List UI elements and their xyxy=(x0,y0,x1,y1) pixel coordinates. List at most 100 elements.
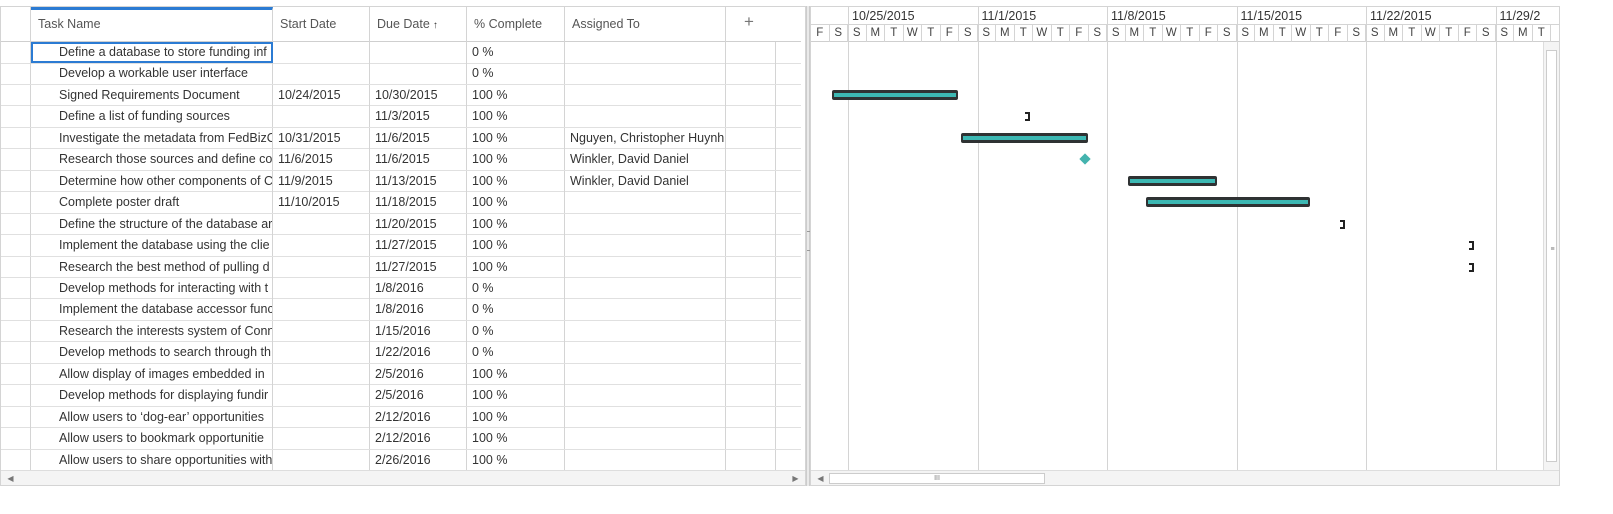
column-header-due-date[interactable]: Due Date ↑ xyxy=(370,7,467,42)
task-name-cell[interactable]: Develop methods to search through th xyxy=(31,342,273,364)
table-row[interactable]: Research those sources and define cor 11/… xyxy=(1,149,801,171)
due-date-cell[interactable]: 11/3/2015 xyxy=(370,106,467,128)
due-date-cell[interactable]: 2/12/2016 xyxy=(370,406,467,428)
due-date-cell[interactable]: 2/5/2016 xyxy=(370,363,467,385)
task-name-cell[interactable]: Investigate the metadata from FedBizO xyxy=(31,127,273,149)
percent-complete-cell[interactable]: 100 % xyxy=(467,84,565,106)
empty-cell[interactable] xyxy=(726,106,776,128)
table-row[interactable]: Define the structure of the database ar 1… xyxy=(1,213,801,236)
due-date-cell[interactable]: 11/6/2015 xyxy=(370,127,467,149)
table-row[interactable]: Implement the database using the clie 11/… xyxy=(1,235,801,257)
task-name-cell[interactable]: Research the interests system of Conn xyxy=(31,320,273,342)
add-column-icon[interactable]: + xyxy=(734,7,764,42)
table-row[interactable]: Allow users to ‘dog-ear’ opportunities 2/… xyxy=(1,406,801,429)
due-date-cell[interactable] xyxy=(370,63,467,85)
assigned-to-cell[interactable]: Winkler, David Daniel xyxy=(565,149,726,171)
task-name-cell[interactable]: Research the best method of pulling d xyxy=(31,256,273,278)
row-number-cell[interactable] xyxy=(1,106,31,128)
due-date-cell[interactable]: 2/12/2016 xyxy=(370,428,467,450)
empty-cell[interactable] xyxy=(726,149,776,171)
task-name-cell[interactable]: Define a list of funding sources xyxy=(31,106,273,128)
due-date-cell[interactable]: 2/26/2016 xyxy=(370,449,467,471)
table-row[interactable]: Define a list of funding sources 11/3/201… xyxy=(1,106,801,128)
row-number-cell[interactable] xyxy=(1,277,31,299)
start-date-cell[interactable] xyxy=(273,449,370,471)
assigned-to-cell[interactable] xyxy=(565,256,726,278)
task-bar[interactable] xyxy=(1127,175,1217,186)
empty-cell[interactable] xyxy=(726,170,776,192)
row-number-cell[interactable] xyxy=(1,170,31,192)
empty-cell[interactable] xyxy=(726,449,776,471)
assigned-to-cell[interactable] xyxy=(565,42,726,63)
percent-complete-cell[interactable]: 100 % xyxy=(467,170,565,192)
empty-cell[interactable] xyxy=(726,385,776,407)
column-header-percent-complete[interactable]: % Complete xyxy=(467,7,565,42)
start-date-cell[interactable]: 11/10/2015 xyxy=(273,192,370,214)
start-date-cell[interactable] xyxy=(273,277,370,299)
due-date-marker[interactable] xyxy=(1469,262,1474,272)
row-number-cell[interactable] xyxy=(1,84,31,106)
due-date-cell[interactable]: 1/8/2016 xyxy=(370,299,467,321)
row-number-cell[interactable] xyxy=(1,320,31,342)
start-date-cell[interactable] xyxy=(273,256,370,278)
task-name-cell[interactable]: Define the structure of the database ar xyxy=(31,213,273,235)
table-row[interactable]: Research the best method of pulling d 11/… xyxy=(1,256,801,278)
gantt-vertical-scrollbar[interactable]: ≡ xyxy=(1543,42,1559,472)
table-row[interactable]: Allow users to share opportunities with 2… xyxy=(1,449,801,472)
gantt-horizontal-scrollbar[interactable]: ◀ III xyxy=(811,470,1559,485)
row-number-cell[interactable] xyxy=(1,342,31,364)
percent-complete-cell[interactable]: 100 % xyxy=(467,149,565,171)
due-date-cell[interactable]: 1/8/2016 xyxy=(370,277,467,299)
task-name-cell[interactable]: Develop a workable user interface xyxy=(31,63,273,85)
empty-cell[interactable] xyxy=(726,277,776,299)
row-number-cell[interactable] xyxy=(1,428,31,450)
empty-cell[interactable] xyxy=(726,342,776,364)
empty-cell[interactable] xyxy=(726,299,776,321)
due-date-cell[interactable] xyxy=(370,42,467,63)
table-row[interactable]: Determine how other components of C 11/9/… xyxy=(1,170,801,193)
table-row[interactable]: Develop methods to search through th 1/22… xyxy=(1,342,801,364)
due-date-cell[interactable]: 11/18/2015 xyxy=(370,192,467,214)
due-date-cell[interactable]: 11/13/2015 xyxy=(370,170,467,192)
percent-complete-cell[interactable]: 100 % xyxy=(467,106,565,128)
empty-cell[interactable] xyxy=(726,363,776,385)
start-date-cell[interactable] xyxy=(273,235,370,257)
start-date-cell[interactable] xyxy=(273,42,370,63)
start-date-cell[interactable] xyxy=(273,363,370,385)
task-name-cell[interactable]: Complete poster draft xyxy=(31,192,273,214)
due-date-cell[interactable]: 1/15/2016 xyxy=(370,320,467,342)
table-row[interactable]: Allow users to bookmark opportunitie 2/12… xyxy=(1,428,801,450)
table-row[interactable]: Define a database to store funding inf 0 … xyxy=(1,42,801,64)
assigned-to-cell[interactable] xyxy=(565,299,726,321)
assigned-to-cell[interactable] xyxy=(565,449,726,471)
row-number-cell[interactable] xyxy=(1,213,31,235)
row-number-cell[interactable] xyxy=(1,406,31,428)
percent-complete-cell[interactable]: 0 % xyxy=(467,299,565,321)
column-header-assigned-to[interactable]: Assigned To xyxy=(565,7,726,42)
row-number-cell[interactable] xyxy=(1,42,31,63)
due-date-cell[interactable]: 10/30/2015 xyxy=(370,84,467,106)
start-date-cell[interactable] xyxy=(273,406,370,428)
horizontal-scroll-thumb[interactable]: III xyxy=(829,473,1045,484)
row-number-cell[interactable] xyxy=(1,385,31,407)
percent-complete-cell[interactable]: 100 % xyxy=(467,406,565,428)
task-name-cell[interactable]: Allow display of images embedded in xyxy=(31,363,273,385)
assigned-to-cell[interactable] xyxy=(565,84,726,106)
row-number-cell[interactable] xyxy=(1,449,31,471)
start-date-cell[interactable] xyxy=(273,299,370,321)
grid-horizontal-scrollbar[interactable]: ◀ ▶ xyxy=(1,470,805,485)
task-name-cell[interactable]: Research those sources and define cor xyxy=(31,149,273,171)
start-date-cell[interactable] xyxy=(273,106,370,128)
percent-complete-cell[interactable]: 0 % xyxy=(467,342,565,364)
table-row[interactable]: Investigate the metadata from FedBizO 10/… xyxy=(1,127,801,150)
percent-complete-cell[interactable]: 100 % xyxy=(467,192,565,214)
percent-complete-cell[interactable]: 0 % xyxy=(467,63,565,85)
task-bar[interactable] xyxy=(831,89,958,100)
task-name-cell[interactable]: Develop methods for interacting with t xyxy=(31,277,273,299)
due-date-cell[interactable]: 11/20/2015 xyxy=(370,213,467,235)
start-date-cell[interactable]: 11/9/2015 xyxy=(273,170,370,192)
row-number-cell[interactable] xyxy=(1,256,31,278)
assigned-to-cell[interactable] xyxy=(565,428,726,450)
vertical-scroll-thumb[interactable]: ≡ xyxy=(1546,50,1557,462)
due-date-cell[interactable]: 1/22/2016 xyxy=(370,342,467,364)
